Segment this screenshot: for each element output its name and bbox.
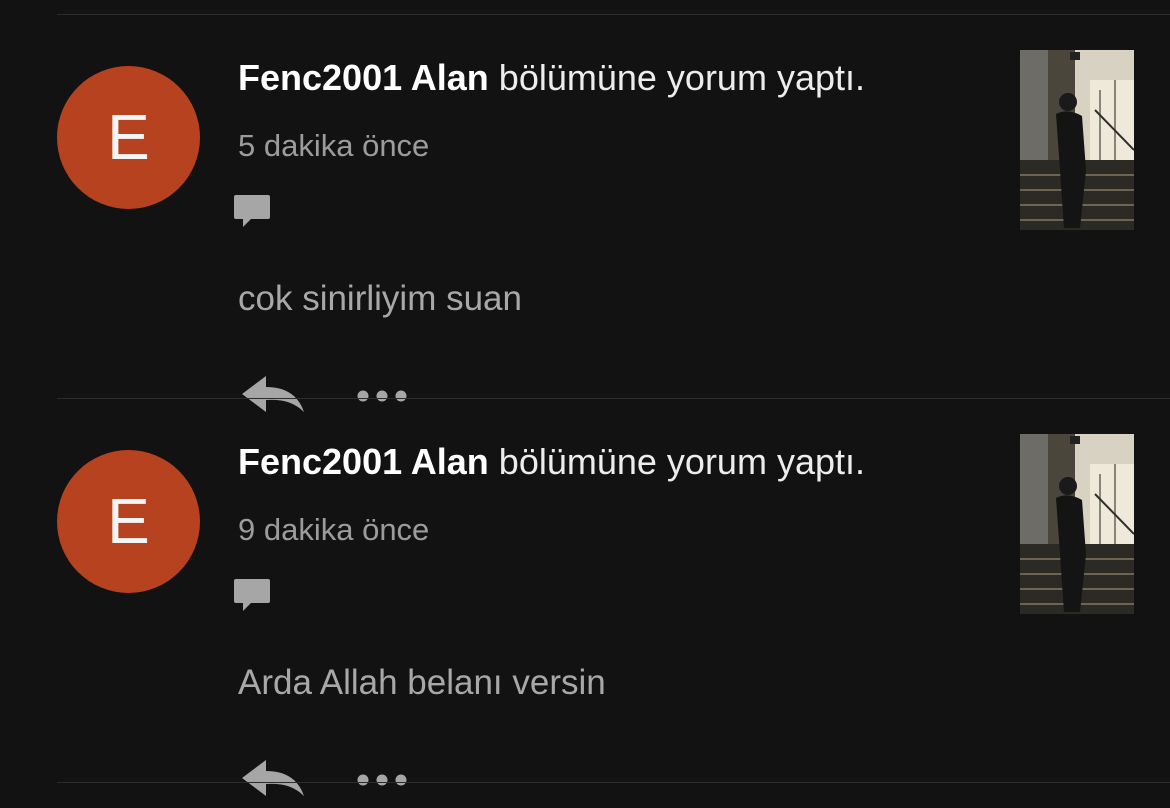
comment-text: Arda Allah belanı versin	[238, 663, 606, 702]
comment-bubble-icon	[234, 579, 270, 611]
divider	[57, 782, 1170, 783]
username-link[interactable]: Fenc2001 Alan	[238, 57, 489, 98]
thumbnail-image[interactable]	[1020, 50, 1134, 230]
username-link[interactable]: Fenc2001 Alan	[238, 441, 489, 482]
action-text: bölümüne yorum yaptı.	[488, 441, 865, 482]
avatar-letter: E	[107, 485, 150, 557]
notification-item[interactable]: E Fenc2001 Alan bölümüne yorum yaptı. 5 …	[0, 0, 1170, 412]
comment-text: cok sinirliyim suan	[238, 279, 522, 318]
avatar[interactable]: E	[57, 450, 200, 593]
action-text: bölümüne yorum yaptı.	[488, 57, 865, 98]
notification-feed: E Fenc2001 Alan bölümüne yorum yaptı. 5 …	[0, 0, 1170, 808]
notification-headline: Fenc2001 Alan bölümüne yorum yaptı.	[238, 54, 865, 102]
thumbnail-image[interactable]	[1020, 434, 1134, 614]
timestamp: 9 dakika önce	[238, 512, 430, 547]
timestamp: 5 dakika önce	[238, 128, 430, 163]
more-dots-icon[interactable]	[350, 770, 412, 790]
notification-item[interactable]: E Fenc2001 Alan bölümüne yorum yaptı. 9 …	[0, 384, 1170, 796]
avatar[interactable]: E	[57, 66, 200, 209]
reply-arrow-icon[interactable]	[240, 756, 306, 802]
notification-headline: Fenc2001 Alan bölümüne yorum yaptı.	[238, 438, 865, 486]
comment-bubble-icon	[234, 195, 270, 227]
avatar-letter: E	[107, 101, 150, 173]
